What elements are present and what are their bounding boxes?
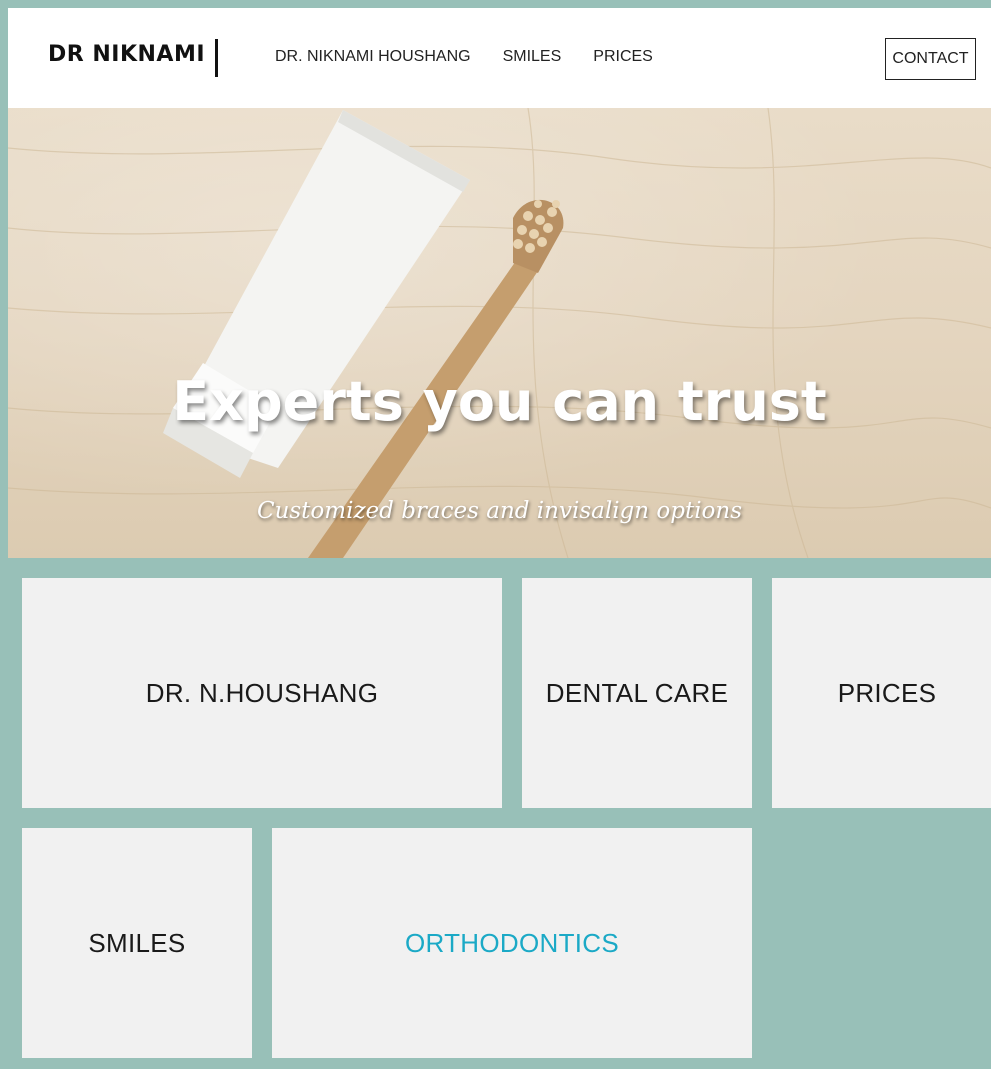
tile-prices[interactable]: PRICES <box>772 578 991 808</box>
hero-subtitle: Customized braces and invisalign options <box>256 498 743 524</box>
logo-divider <box>215 39 218 77</box>
site-header: DR NIKNAMI DR. NIKNAMI HOUSHANG SMILES P… <box>8 8 991 108</box>
tile-dental-care[interactable]: DENTAL CARE <box>522 578 752 808</box>
tile-label: DENTAL CARE <box>545 677 729 708</box>
nav-link-smiles[interactable]: SMILES <box>503 48 562 66</box>
site-logo[interactable]: DR NIKNAMI <box>48 42 205 67</box>
tile-label: PRICES <box>837 677 937 708</box>
nav-link-prices[interactable]: PRICES <box>593 48 653 66</box>
tile-orthodontics[interactable]: ORTHODONTICS <box>272 828 752 1058</box>
tile-label: ORTHODONTICS <box>404 927 619 958</box>
main-nav: DR. NIKNAMI HOUSHANG SMILES PRICES <box>275 48 653 66</box>
tile-dr-houshang[interactable]: DR. N.HOUSHANG <box>22 578 502 808</box>
hero-image <box>8 108 991 558</box>
nav-link-dr-niknami-houshang[interactable]: DR. NIKNAMI HOUSHANG <box>275 48 471 66</box>
contact-button[interactable]: CONTACT <box>885 38 976 80</box>
hero-banner: Experts you can trust Customized braces … <box>8 108 991 558</box>
hero-title: Experts you can trust <box>172 370 827 433</box>
tile-label: DR. N.HOUSHANG <box>145 677 379 708</box>
tile-smiles[interactable]: SMILES <box>22 828 252 1058</box>
tile-label: SMILES <box>88 927 186 958</box>
